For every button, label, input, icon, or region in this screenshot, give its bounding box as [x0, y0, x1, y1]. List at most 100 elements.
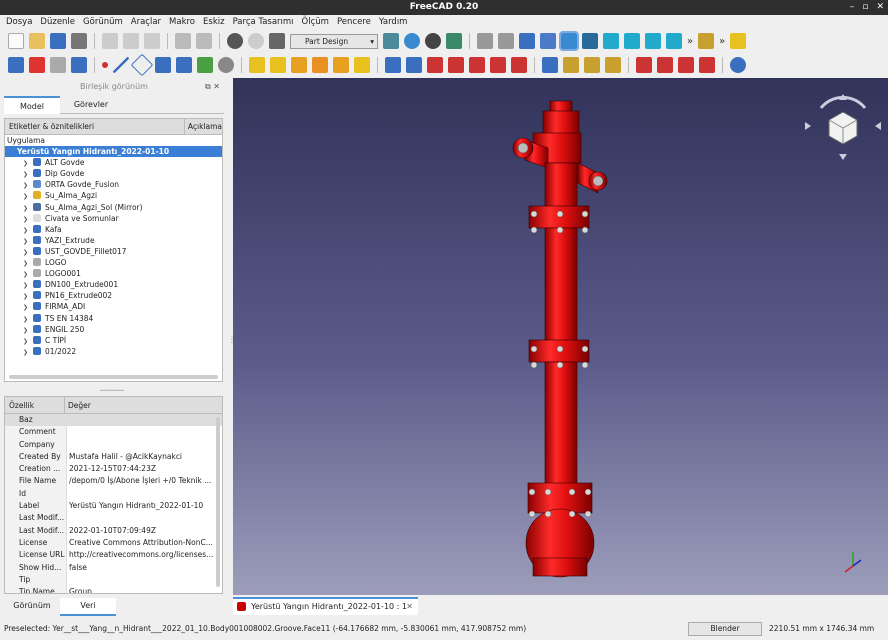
additive-pipe-icon[interactable]	[312, 57, 328, 73]
additive-helix-icon[interactable]	[333, 57, 349, 73]
fit-selection-icon[interactable]	[404, 33, 420, 49]
tree-item[interactable]: ❯ ORTA Govde_Fusion	[5, 179, 222, 190]
menu-olcum[interactable]: Ölçüm	[302, 15, 329, 29]
property-value[interactable]	[67, 439, 213, 451]
menu-dosya[interactable]: Dosya	[6, 15, 32, 29]
property-row[interactable]: Company	[5, 438, 222, 451]
tree-item[interactable]: ❯ ALT Govde	[5, 157, 222, 168]
mirror-feature-icon[interactable]	[542, 57, 558, 73]
tab-model[interactable]: Model	[4, 96, 60, 114]
create-body-icon[interactable]	[8, 57, 24, 73]
property-row[interactable]: Show Hid... false	[5, 561, 222, 574]
property-row[interactable]: Creation ... 2021-12-15T07:44:23Z	[5, 463, 222, 476]
tree-item[interactable]: ❯ Su_Alma_Agzi	[5, 190, 222, 201]
bounding-box-icon[interactable]	[446, 33, 462, 49]
revolution-icon[interactable]	[270, 57, 286, 73]
property-value[interactable]: 2021-12-15T07:44:23Z	[67, 463, 213, 475]
additive-loft-icon[interactable]	[291, 57, 307, 73]
property-value[interactable]: false	[67, 562, 213, 574]
property-value[interactable]: 2022-01-10T07:09:49Z	[67, 525, 213, 537]
property-value[interactable]	[67, 574, 213, 586]
view-menu-icon[interactable]	[540, 33, 556, 49]
tree-item[interactable]: ❯ Kafa	[5, 224, 222, 235]
tab-tasks[interactable]: Görevler	[60, 96, 122, 114]
tree-item[interactable]: ❯ Dip Govde	[5, 168, 222, 179]
copy-icon[interactable]	[123, 33, 139, 49]
front-view-icon[interactable]	[603, 33, 619, 49]
3d-viewport[interactable]	[233, 78, 888, 595]
shape-binder-icon[interactable]	[71, 57, 87, 73]
property-value[interactable]: Creative Commons Attribution-NonC...	[67, 537, 213, 549]
property-row[interactable]: Tip	[5, 573, 222, 587]
polar-pattern-icon[interactable]	[584, 57, 600, 73]
validate-sketch-icon[interactable]	[50, 57, 66, 73]
tree-item[interactable]: ❯ UST_GOVDE_Fillet017	[5, 246, 222, 257]
undo-icon[interactable]	[175, 33, 191, 49]
property-row[interactable]: File Name/depom/0 İş/Abone İşleri +/0 Te…	[5, 475, 222, 488]
panel-splitter[interactable]: ╌╌╌╌╌	[100, 386, 124, 395]
subtractive-loft-icon[interactable]	[448, 57, 464, 73]
redo-icon[interactable]	[196, 33, 212, 49]
menu-makro[interactable]: Makro	[169, 15, 195, 29]
property-row[interactable]: Created By Mustafa Halil - @AcikKaynakci	[5, 450, 222, 464]
tab-veri[interactable]: Veri	[60, 598, 116, 616]
close-document-icon[interactable]: ✕	[406, 599, 413, 614]
expand-arrow-icon[interactable]: ❯	[23, 347, 33, 358]
property-value[interactable]: Mustafa Halil - @AcikKaynakci	[67, 451, 213, 463]
cut-icon[interactable]	[102, 33, 118, 49]
menu-yardim[interactable]: Yardım	[379, 15, 408, 29]
tree-item[interactable]: ❯ ENGIL 250	[5, 324, 222, 335]
menu-duzenle[interactable]: Düzenle	[40, 15, 75, 29]
back-arrow-icon[interactable]	[477, 33, 493, 49]
navigation-style-button[interactable]: Blender	[688, 622, 762, 636]
minimize-button[interactable]: –	[850, 0, 855, 15]
pad-icon[interactable]	[249, 57, 265, 73]
menu-parca-tasarimi[interactable]: Parça Tasarımı	[233, 15, 294, 29]
fillet-icon[interactable]	[636, 57, 652, 73]
new-document-icon[interactable]	[8, 33, 24, 49]
property-row[interactable]: Last Modif... 2022-01-10T07:09:49Z	[5, 524, 222, 537]
menu-gorunum[interactable]: Görünüm	[83, 15, 123, 29]
thickness-icon[interactable]	[699, 57, 715, 73]
property-row[interactable]: License Creative Commons Attribution-NonC…	[5, 536, 222, 550]
tree-horizontal-scrollbar[interactable]	[9, 375, 218, 379]
toolbar-overflow-1[interactable]: »	[687, 36, 693, 47]
refresh-icon[interactable]	[248, 33, 264, 49]
property-value[interactable]	[67, 488, 213, 500]
property-value[interactable]	[67, 426, 213, 438]
tree-col-labels[interactable]: Etiketler & öznitelikleri	[5, 119, 185, 134]
macro-record-icon[interactable]	[227, 33, 243, 49]
toolbar-overflow-2[interactable]: »	[719, 36, 725, 47]
property-vertical-scrollbar[interactable]	[216, 417, 220, 587]
isometric-view-icon[interactable]	[582, 33, 598, 49]
property-row[interactable]: License URL http://creativecommons.org/li…	[5, 549, 222, 562]
shape-settings-icon[interactable]	[218, 57, 234, 73]
pocket-icon[interactable]	[385, 57, 401, 73]
draw-style-icon[interactable]	[425, 33, 441, 49]
maximize-button[interactable]: ▫	[862, 0, 868, 15]
tree-item[interactable]: ❯ PN16_Extrude002	[5, 290, 222, 301]
tree-root-document[interactable]: Yerüstü Yangın Hidrantı_2022-01-10	[5, 146, 222, 158]
subtractive-pipe-icon[interactable]	[469, 57, 485, 73]
tree-item[interactable]: ❯ LOGO001	[5, 268, 222, 279]
local-coordinate-icon[interactable]	[155, 57, 171, 73]
close-panel-icon[interactable]: ⧉ ✕	[205, 80, 220, 94]
right-view-icon[interactable]	[645, 33, 661, 49]
property-value[interactable]	[67, 512, 213, 524]
save-icon[interactable]	[50, 33, 66, 49]
tree-item[interactable]: ❯ FIRMA_ADI	[5, 301, 222, 312]
draft-icon[interactable]	[678, 57, 694, 73]
workbench-selector[interactable]: Part Design	[290, 33, 378, 49]
std-view-zoom-icon[interactable]	[559, 31, 579, 51]
tree-item[interactable]: ❯ Civata ve Somunlar	[5, 213, 222, 224]
datum-plane-icon[interactable]	[130, 53, 154, 77]
subtractive-helix-icon[interactable]	[490, 57, 506, 73]
fit-all-icon[interactable]	[383, 33, 399, 49]
measure-icon[interactable]	[698, 33, 715, 49]
menu-pencere[interactable]: Pencere	[337, 15, 371, 29]
tree-item[interactable]: ❯ Su_Alma_Agzi_Sol (Mirror)	[5, 202, 222, 213]
menu-eskiz[interactable]: Eskiz	[203, 15, 225, 29]
paste-icon[interactable]	[144, 33, 160, 49]
print-icon[interactable]	[71, 33, 87, 49]
additive-primitive-icon[interactable]	[354, 57, 370, 73]
